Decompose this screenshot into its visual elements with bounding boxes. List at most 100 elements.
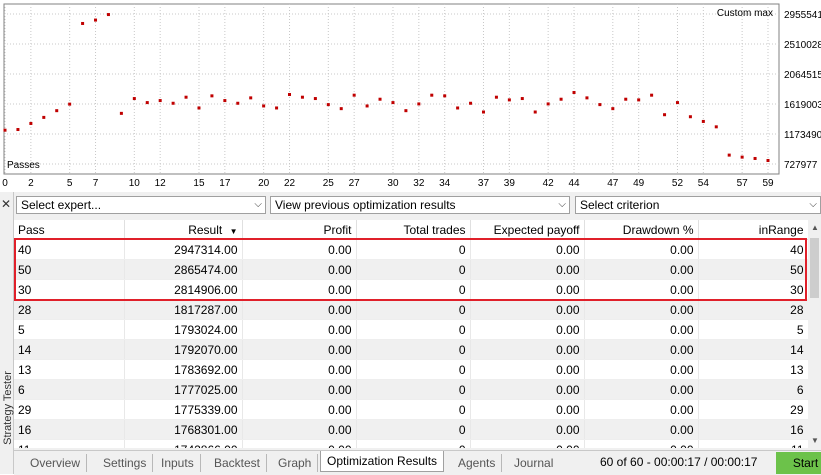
cell-expected-payoff: 0.00 (470, 259, 585, 280)
chart-point (456, 106, 460, 110)
tab-overview[interactable]: Overview (24, 454, 88, 472)
table-row[interactable]: 30 2814906.00 0.00 0 0.00 0.00 30 (14, 279, 808, 300)
cell-total-trades: 0 (356, 259, 471, 280)
chart-point (210, 94, 214, 98)
close-icon[interactable]: ✕ (1, 198, 11, 210)
tab-inputs[interactable]: Inputs (155, 454, 201, 472)
column-header-total-trades[interactable]: Total trades (356, 220, 471, 240)
column-header-inrange[interactable]: inRange (698, 220, 808, 240)
results-table-area: Pass Result ▼ Profit Total trades Expect… (14, 220, 808, 448)
chart-point (197, 106, 201, 110)
table-row[interactable]: 16 1768301.00 0.00 0 0.00 0.00 16 (14, 419, 808, 440)
column-header-profit[interactable]: Profit (242, 220, 357, 240)
y-axis: 2955541 2510028 2064515 1619003 1173490 72797… (784, 10, 821, 171)
cell-pass: 5 (14, 319, 125, 340)
x-tick-label: 12 (155, 178, 167, 189)
tab-graph[interactable]: Graph (272, 454, 319, 472)
cell-profit: 0.00 (242, 299, 357, 320)
chart-point (236, 101, 240, 105)
tab-settings[interactable]: Settings (97, 454, 154, 472)
scroll-up-icon[interactable]: ▲ (811, 223, 819, 232)
cell-inrange: 28 (698, 299, 808, 320)
cell-pass: 11 (14, 439, 125, 448)
chevron-down-icon: ⌵ (254, 199, 262, 210)
chart-point (417, 102, 421, 106)
chart-point (16, 128, 20, 132)
table-scrollbar[interactable]: ▲ ▼ (808, 220, 821, 448)
scroll-down-icon[interactable]: ▼ (811, 436, 819, 445)
select-criterion-dropdown[interactable]: Select criterion ⌵ (575, 196, 821, 214)
table-row[interactable]: 14 1792070.00 0.00 0 0.00 0.00 14 (14, 339, 808, 360)
cell-expected-payoff: 0.00 (470, 379, 585, 400)
chart-point (262, 104, 266, 108)
chart-point (572, 90, 576, 94)
cell-pass: 13 (14, 359, 125, 380)
table-row[interactable]: 29 1775339.00 0.00 0 0.00 0.00 29 (14, 399, 808, 420)
strategy-tester-panel: ✕ Strategy Tester Select expert... ⌵ Vie… (0, 192, 821, 475)
table-row[interactable]: 50 2865474.00 0.00 0 0.00 0.00 50 (14, 259, 808, 280)
table-row[interactable]: 6 1777025.00 0.00 0 0.00 0.00 6 (14, 379, 808, 400)
x-tick-label: 47 (607, 178, 619, 189)
chart-point (701, 119, 705, 123)
select-expert-dropdown[interactable]: Select expert... ⌵ (16, 196, 266, 214)
start-button[interactable]: Start (776, 452, 821, 474)
x-axis: 0 2 5 7 10 12 15 17 20 22 25 27 30 32 34 37 39 42 44 47 49 52… (2, 178, 774, 189)
table-row[interactable]: 28 1817287.00 0.00 0 0.00 0.00 28 (14, 299, 808, 320)
table-row[interactable]: 111742866.000.0000.000.0011 (14, 439, 808, 448)
chart-point (533, 110, 537, 114)
chart-point (740, 155, 744, 159)
x-tick-label: 17 (219, 178, 231, 189)
cell-profit: 0.00 (242, 359, 357, 380)
chart-point (404, 109, 408, 113)
cell-drawdown: 0.00 (584, 319, 699, 340)
column-header-result[interactable]: Result ▼ (124, 220, 243, 240)
tab-agents[interactable]: Agents (452, 454, 503, 472)
cell-total-trades: 0 (356, 339, 471, 360)
y-tick-label: 727977 (784, 160, 818, 171)
cell-drawdown: 0.00 (584, 239, 699, 260)
chart-point (352, 93, 356, 97)
chart-point (275, 106, 279, 110)
cell-inrange: 16 (698, 419, 808, 440)
cell-profit: 0.00 (242, 259, 357, 280)
chart-point (184, 95, 188, 99)
chart-point (3, 128, 7, 132)
cell-result: 1793024.00 (124, 319, 243, 340)
cell-total-trades: 0 (356, 319, 471, 340)
table-row[interactable]: 40 2947314.00 0.00 0 0.00 0.00 40 (14, 239, 808, 260)
cell-profit: 0.00 (242, 379, 357, 400)
cell-total-trades: 0 (356, 359, 471, 380)
tab-journal[interactable]: Journal (508, 454, 559, 472)
cell-profit: 0.00 (242, 399, 357, 420)
x-tick-label: 30 (387, 178, 399, 189)
x-tick-label: 20 (258, 178, 270, 189)
cell-total-trades: 0 (356, 399, 471, 420)
chart-point (119, 111, 123, 115)
scrollbar-thumb[interactable] (810, 238, 819, 298)
cell-expected-payoff: 0.00 (470, 359, 585, 380)
chart-point (727, 153, 731, 157)
x-tick-label: 39 (504, 178, 516, 189)
cell-profit: 0.00 (242, 339, 357, 360)
x-tick-label: 42 (543, 178, 555, 189)
x-tick-label: 2 (28, 178, 34, 189)
column-header-pass[interactable]: Pass (14, 220, 125, 240)
strategy-tester-label: Strategy Tester (2, 371, 14, 445)
chart-point (81, 21, 85, 25)
cell-drawdown: 0.00 (584, 419, 699, 440)
chart-point (494, 95, 498, 99)
tab-backtest[interactable]: Backtest (208, 454, 268, 472)
plot-area (3, 3, 780, 175)
table-row[interactable]: 5 1793024.00 0.00 0 0.00 0.00 5 (14, 319, 808, 340)
chart-point (55, 109, 59, 113)
cell-total-trades: 0 (356, 379, 471, 400)
column-header-drawdown[interactable]: Drawdown % (584, 220, 699, 240)
column-header-result-label: Result (188, 222, 223, 237)
view-results-dropdown[interactable]: View previous optimization results ⌵ (270, 196, 570, 214)
cell-inrange: 6 (698, 379, 808, 400)
chart-point (637, 98, 641, 102)
chart-point (158, 99, 162, 103)
tab-optimization-results[interactable]: Optimization Results (320, 451, 445, 472)
table-row[interactable]: 13 1783692.00 0.00 0 0.00 0.00 13 (14, 359, 808, 380)
column-header-expected-payoff[interactable]: Expected payoff (470, 220, 585, 240)
